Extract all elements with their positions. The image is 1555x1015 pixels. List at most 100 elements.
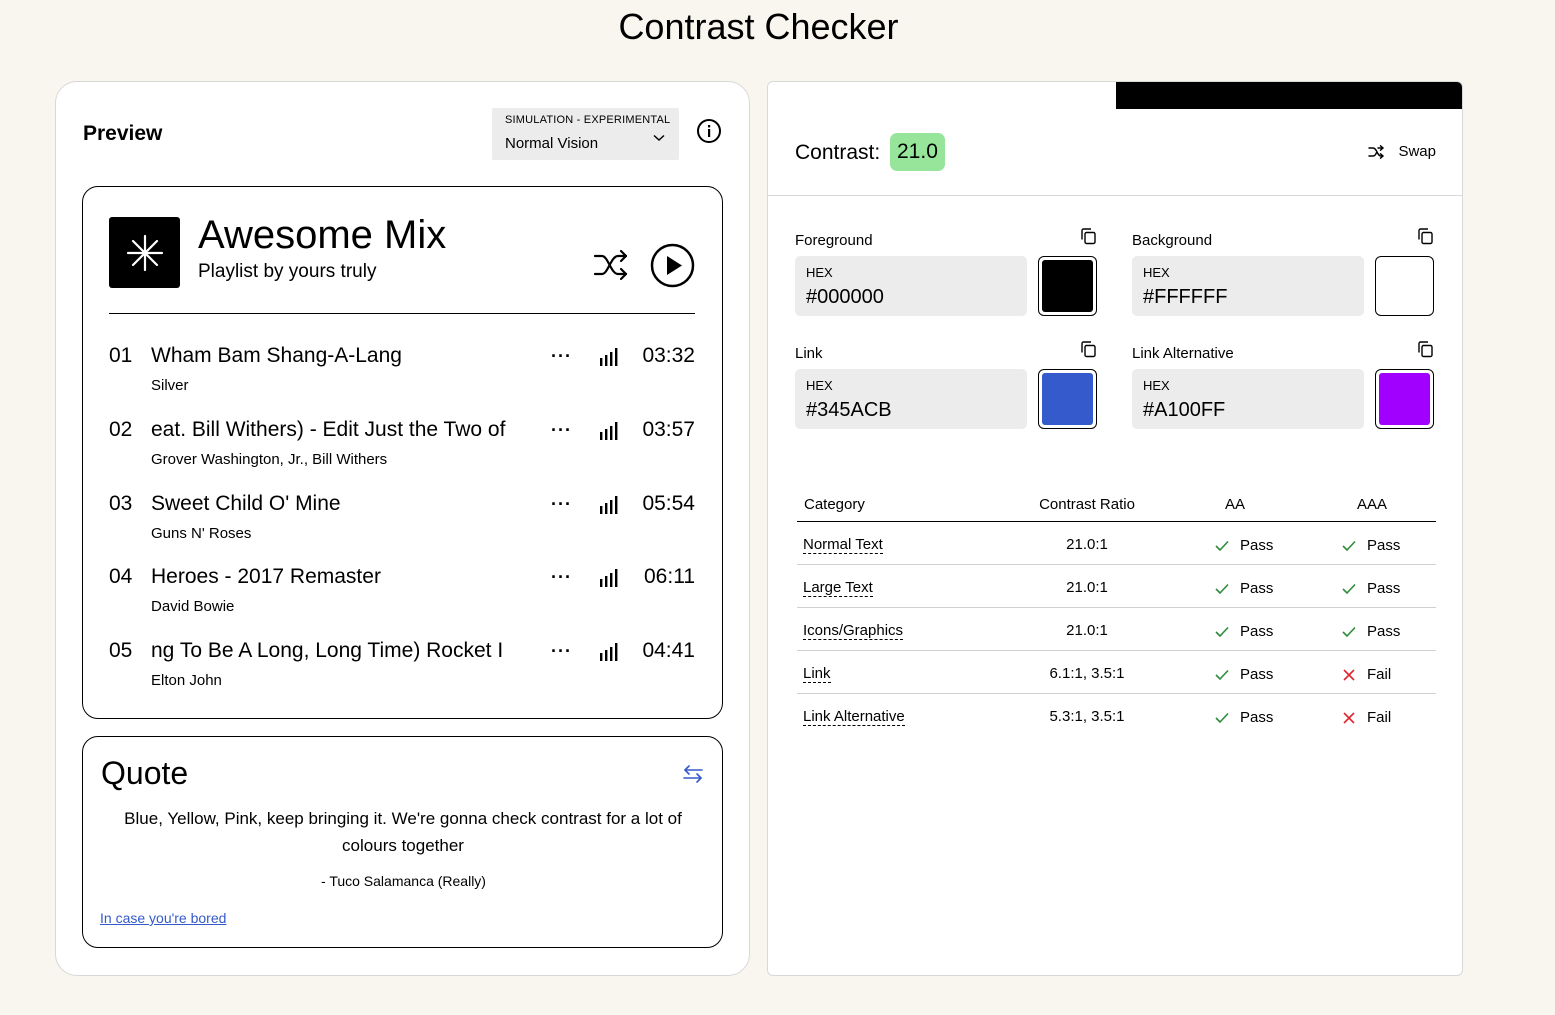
signal-bars-icon [600,496,618,514]
link-color: Link HEX #345ACB [795,335,1097,429]
hex-input[interactable]: HEX #FFFFFF [1132,256,1364,316]
results-table: Category Contrast Ratio AA AAA Normal Te… [797,485,1436,737]
category-cell[interactable]: Large Text [803,579,873,597]
track-number: 01 [109,344,133,367]
section-divider [768,195,1462,196]
signal-bars-icon [600,348,618,366]
aa-result: Pass [1215,709,1273,726]
hex-input[interactable]: HEX #A100FF [1132,369,1364,429]
swap-label: Swap [1398,143,1436,160]
signal-bars-icon [600,643,618,661]
simulation-label: SIMULATION - EXPERIMENTAL [505,114,671,126]
copy-icon[interactable] [1079,227,1097,245]
more-options-icon[interactable]: ··· [551,420,572,441]
simulation-value: Normal Vision [505,135,599,152]
preview-title: Preview [83,122,163,145]
quote-card: Quote Blue, Yellow, Pink, keep bringing … [82,736,723,948]
swap-arrows-icon[interactable] [682,763,704,785]
cross-icon [1343,711,1355,724]
shuffle-icon[interactable] [593,247,629,283]
header-category: Category [804,496,865,513]
more-options-icon[interactable]: ··· [551,494,572,515]
table-row: Link Alternative 5.3:1, 3.5:1 Pass Fail [797,694,1436,737]
color-swatch[interactable] [1375,369,1434,429]
playlist-subtitle: Playlist by yours truly [198,261,377,282]
background-preview [768,82,1116,109]
link-alternative-color: Link Alternative HEX #A100FF [1132,335,1434,429]
track-duration: 03:57 [642,418,695,441]
track-row[interactable]: 01 Wham Bam Shang-A-Lang Silver ··· 03:3… [109,344,695,404]
category-cell[interactable]: Icons/Graphics [803,622,904,640]
hex-input[interactable]: HEX #000000 [795,256,1027,316]
table-header: Category Contrast Ratio AA AAA [797,485,1436,522]
check-icon [1342,583,1356,594]
hex-value: #FFFFFF [1143,286,1228,308]
more-options-icon[interactable]: ··· [551,346,572,367]
info-icon[interactable] [696,118,722,144]
track-artist: Silver [151,377,189,394]
check-icon [1215,712,1229,723]
color-swatch[interactable] [1038,369,1097,429]
contrast-score-badge: 21.0 [890,133,945,171]
hex-input[interactable]: HEX #345ACB [795,369,1027,429]
chevron-down-icon [653,134,665,142]
background-color: Background HEX #FFFFFF [1132,222,1434,316]
hex-value: #A100FF [1143,399,1226,421]
category-cell[interactable]: Normal Text [803,536,883,554]
color-swatch[interactable] [1038,256,1097,316]
foreground-color: Foreground HEX #000000 [795,222,1097,316]
copy-icon[interactable] [1416,227,1434,245]
track-title: Sweet Child O' Mine [151,492,341,515]
play-button[interactable] [650,243,695,288]
bored-link[interactable]: In case you're bored [100,910,226,926]
track-row[interactable]: 03 Sweet Child O' Mine Guns N' Roses ···… [109,492,695,552]
more-options-icon[interactable]: ··· [551,641,572,662]
ratio-cell: 6.1:1, 3.5:1 [1049,665,1125,682]
quote-author: - Tuco Salamanca (Really) [321,873,486,889]
track-row[interactable]: 02 eat. Bill Withers) - Edit Just the Tw… [109,418,695,478]
quote-text: Blue, Yellow, Pink, keep bringing it. We… [124,809,682,855]
aaa-result: Pass [1342,623,1400,640]
track-number: 04 [109,565,133,588]
aaa-result: Fail [1342,709,1391,726]
contrast-label: Contrast: [795,141,881,164]
playlist-divider [109,313,695,314]
track-duration: 05:54 [642,492,695,515]
more-options-icon[interactable]: ··· [551,567,572,588]
aaa-result: Pass [1342,537,1400,554]
copy-icon[interactable] [1079,340,1097,358]
playlist-cover [109,217,180,288]
track-number: 02 [109,418,133,441]
table-row: Normal Text 21.0:1 Pass Pass [797,522,1436,565]
table-row: Icons/Graphics 21.0:1 Pass Pass [797,608,1436,651]
swap-button[interactable]: Swap [1368,143,1436,160]
color-swatch[interactable] [1375,256,1434,316]
track-row[interactable]: 05 ng To Be A Long, Long Time) Rocket I … [109,639,695,699]
color-preview-strip [768,82,1462,109]
aa-result: Pass [1215,623,1273,640]
check-icon [1215,626,1229,637]
simulation-select[interactable]: SIMULATION - EXPERIMENTAL Normal Vision [492,108,679,160]
track-row[interactable]: 04 Heroes - 2017 Remaster David Bowie ··… [109,565,695,625]
color-label: Link [795,345,823,362]
track-artist: Grover Washington, Jr., Bill Withers [151,451,388,468]
ratio-cell: 5.3:1, 3.5:1 [1049,708,1125,725]
track-artist: Guns N' Roses [151,525,252,542]
hex-label: HEX [806,265,833,280]
preview-panel: Preview SIMULATION - EXPERIMENTAL Normal… [55,81,750,976]
track-number: 03 [109,492,133,515]
category-cell[interactable]: Link Alternative [803,708,905,726]
check-icon [1342,540,1356,551]
signal-bars-icon [600,422,618,440]
aa-result: Pass [1215,580,1273,597]
check-icon [1215,583,1229,594]
copy-icon[interactable] [1416,340,1434,358]
check-icon [1215,669,1229,680]
ratio-cell: 21.0:1 [1066,536,1108,553]
signal-bars-icon [600,569,618,587]
track-title: Wham Bam Shang-A-Lang [151,344,402,367]
color-label: Foreground [795,232,873,249]
category-cell[interactable]: Link [803,665,831,683]
quote-title: Quote [101,755,189,791]
track-duration: 04:41 [642,639,695,662]
